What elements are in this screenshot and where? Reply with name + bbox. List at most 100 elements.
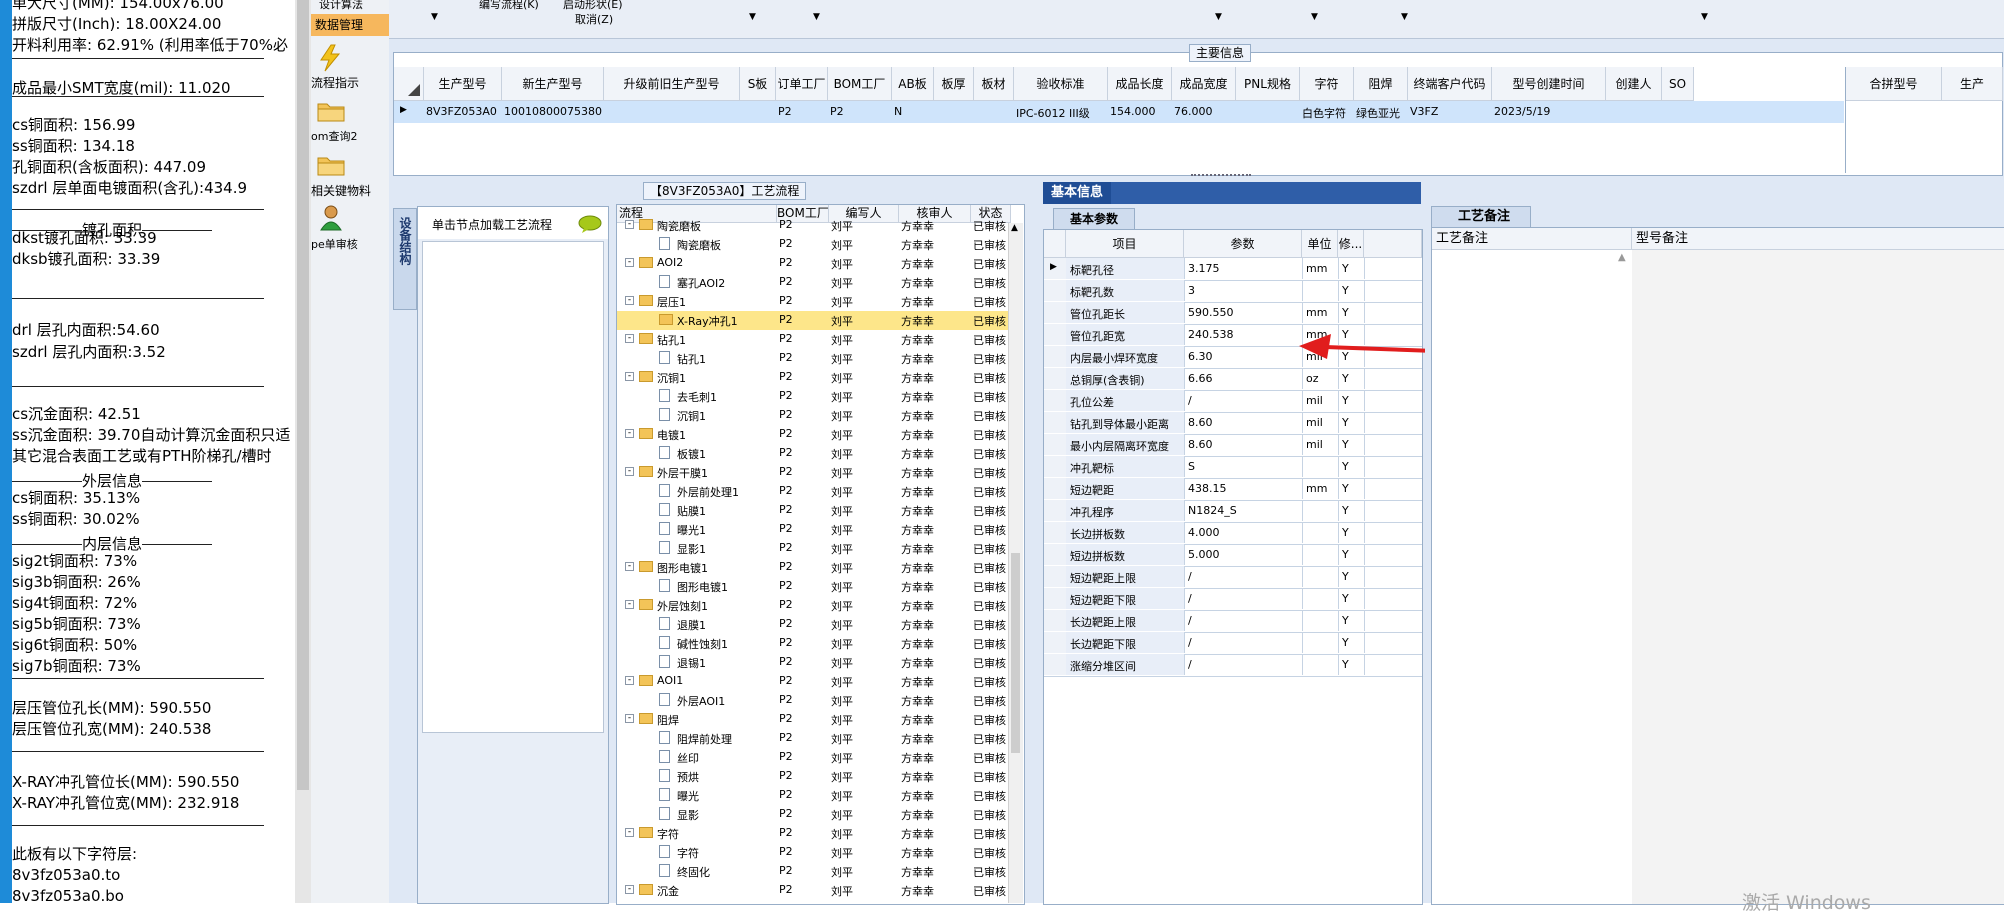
tree-row[interactable]: 外层前处理1 P2 刘平 方幸幸 已审核 (617, 482, 1017, 501)
col-header[interactable]: 生产 (1942, 67, 2003, 101)
tree-row[interactable]: 字符 P2 刘平 方幸幸 已审核 (617, 843, 1017, 862)
tree-row[interactable]: - 电镀1 P2 刘平 方幸幸 已审核 (617, 425, 1017, 444)
dropdown-arrow-icon[interactable]: ▼ (1311, 12, 1318, 22)
side-tab-equipment[interactable]: 设备结构 (393, 208, 417, 310)
cell[interactable]: 76.000 (1174, 105, 1236, 121)
cancel-button[interactable]: 取消(Z) (575, 11, 613, 27)
model-note-area[interactable] (1632, 250, 2004, 904)
col-header[interactable]: 合拼型号 (1846, 67, 1942, 101)
col-header[interactable]: 订单工厂 (776, 67, 828, 101)
param-row[interactable]: 涨缩分堆区间 / Y (1044, 654, 1422, 677)
tree-row[interactable]: 沉铜1 P2 刘平 方幸幸 已审核 (617, 406, 1017, 425)
tree-row[interactable]: 预烘 P2 刘平 方幸幸 已审核 (617, 767, 1017, 786)
cell[interactable] (1608, 105, 1662, 121)
memo-scroll-thumb[interactable] (297, 0, 309, 790)
splitter[interactable] (609, 208, 615, 902)
dropdown-arrow-icon[interactable]: ▼ (431, 12, 438, 22)
col-header[interactable]: 成品宽度 (1172, 67, 1236, 101)
param-value[interactable]: 6.66 (1188, 372, 1298, 385)
param-row[interactable]: 短边拼板数 5.000 Y (1044, 544, 1422, 567)
tree-scrollbar[interactable]: ▲ (1008, 223, 1023, 903)
param-row[interactable]: 冲孔靶标 S Y (1044, 456, 1422, 479)
expand-toggle-icon[interactable]: - (625, 828, 634, 837)
col-header[interactable]: 升级前旧生产型号 (604, 67, 740, 101)
tree-row[interactable]: 阻焊前处理 P2 刘平 方幸幸 已审核 (617, 729, 1017, 748)
tree-row[interactable]: - 外层干膜1 P2 刘平 方幸幸 已审核 (617, 463, 1017, 482)
expand-toggle-icon[interactable]: - (625, 600, 634, 609)
param-col-header[interactable]: 项目 (1066, 230, 1184, 258)
param-value[interactable]: / (1188, 394, 1298, 407)
tree-row[interactable]: 塞孔AOI2 P2 刘平 方幸幸 已审核 (617, 273, 1017, 292)
tree-row[interactable]: - 钻孔1 P2 刘平 方幸幸 已审核 (617, 330, 1017, 349)
param-col-header[interactable]: 修... (1338, 230, 1364, 258)
nav-item-key-material[interactable]: 相关键物料 (311, 182, 389, 199)
nav-item-type-review[interactable]: pe单审核 (311, 236, 389, 252)
expand-toggle-icon[interactable]: - (625, 714, 634, 723)
tree-row[interactable]: 图形电镀1 P2 刘平 方幸幸 已审核 (617, 577, 1017, 596)
tree-row[interactable]: 曝光1 P2 刘平 方幸幸 已审核 (617, 520, 1017, 539)
expand-toggle-icon[interactable]: - (625, 429, 634, 438)
scroll-up-icon[interactable]: ▲ (1011, 223, 1018, 233)
param-value[interactable]: 8.60 (1188, 438, 1298, 451)
col-header[interactable]: 新生产型号 (502, 67, 604, 101)
scroll-up-icon[interactable]: ▲ (1618, 252, 1626, 263)
tree-row[interactable]: 贴膜1 P2 刘平 方幸幸 已审核 (617, 501, 1017, 520)
nav-item-bom-query[interactable]: om查询2 (311, 128, 389, 144)
param-row[interactable]: 长边拼板数 4.000 Y (1044, 522, 1422, 545)
col-header[interactable]: SO (1662, 67, 1694, 101)
col-header[interactable]: 生产型号 (424, 67, 502, 101)
param-row[interactable]: 冲孔程序 N1824_S Y (1044, 500, 1422, 523)
col-header[interactable]: 板材 (974, 67, 1014, 101)
process-note-area[interactable] (1432, 250, 1633, 904)
nav-item-design-algorithm[interactable]: 设计算法 (311, 0, 389, 10)
tree-row[interactable]: 终固化 P2 刘平 方幸幸 已审核 (617, 862, 1017, 881)
cell[interactable]: 绿色亚光 (1356, 105, 1408, 121)
cell[interactable]: 10010800075380 (504, 105, 604, 121)
tab-basic-params[interactable]: 基本参数 (1053, 208, 1136, 229)
cell[interactable]: 白色字符 (1302, 105, 1354, 121)
nav-item-flow-guide[interactable]: 流程指示 (311, 74, 389, 91)
dropdown-arrow-icon[interactable]: ▼ (749, 12, 756, 22)
param-row[interactable]: 钻孔到导体最小距离 8.60 mil Y (1044, 412, 1422, 435)
tree-row[interactable]: 显影1 P2 刘平 方幸幸 已审核 (617, 539, 1017, 558)
expand-toggle-icon[interactable]: - (625, 467, 634, 476)
param-row[interactable]: 短边靶距下限 / Y (1044, 588, 1422, 611)
param-value[interactable]: 590.550 (1188, 306, 1298, 319)
tab-process-notes[interactable]: 工艺备注 (1431, 206, 1532, 227)
cell[interactable]: IPC-6012 III级 (1016, 105, 1108, 121)
cell[interactable] (976, 105, 1014, 121)
tree-scroll-thumb[interactable] (1011, 553, 1020, 753)
param-value[interactable]: / (1188, 614, 1298, 627)
tree-row[interactable]: 曝光 P2 刘平 方幸幸 已审核 (617, 786, 1017, 805)
cell[interactable]: 8V3FZ053A0 (426, 105, 502, 121)
tree-row[interactable]: 钻孔1 P2 刘平 方幸幸 已审核 (617, 349, 1017, 368)
param-value[interactable]: / (1188, 658, 1298, 671)
col-model-note[interactable]: 型号备注 (1632, 228, 2004, 250)
tree-row[interactable]: - 阻焊 P2 刘平 方幸幸 已审核 (617, 710, 1017, 729)
nav-item-data-mgmt[interactable]: 数据管理 (311, 14, 389, 36)
expand-toggle-icon[interactable]: - (625, 676, 634, 685)
col-header[interactable]: S板 (740, 67, 776, 101)
col-process-note[interactable]: 工艺备注 (1432, 228, 1632, 250)
expand-toggle-icon[interactable]: - (625, 220, 634, 229)
param-col-header[interactable]: 单位 (1302, 230, 1338, 258)
process-tree[interactable]: 流程 BOM工厂 编写人 核审人 状态 - 陶瓷磨板 P2 刘平 方幸幸 已审核 陶瓷磨板 P2 刘平方… (616, 204, 1025, 905)
col-header[interactable]: 字符 (1300, 67, 1354, 101)
param-row[interactable]: 短边靶距 438.15 mm Y (1044, 478, 1422, 501)
tree-row[interactable]: - 图形电镀1 P2 刘平 方幸幸 已审核 (617, 558, 1017, 577)
param-value[interactable]: S (1188, 460, 1298, 473)
expand-toggle-icon[interactable]: - (625, 562, 634, 571)
col-header[interactable]: 验收标准 (1014, 67, 1108, 101)
dropdown-arrow-icon[interactable]: ▼ (1701, 12, 1708, 22)
tree-row[interactable]: - 陶瓷磨板 P2 刘平 方幸幸 已审核 (617, 216, 1017, 235)
param-value[interactable]: / (1188, 592, 1298, 605)
col-header[interactable]: 终端客户代码 (1408, 67, 1492, 101)
tree-row[interactable]: 外层AOI1 P2 刘平 方幸幸 已审核 (617, 691, 1017, 710)
splitter-grip[interactable] (1191, 174, 1251, 180)
param-value[interactable]: 6.30 (1188, 350, 1298, 363)
param-value[interactable]: 3.175 (1188, 262, 1298, 275)
tree-row[interactable]: - 外层蚀刻1 P2 刘平 方幸幸 已审核 (617, 596, 1017, 615)
param-row[interactable]: 标靶孔数 3 Y (1044, 280, 1422, 303)
tree-row[interactable]: 丝印 P2 刘平 方幸幸 已审核 (617, 748, 1017, 767)
param-value[interactable]: N1824_S (1188, 504, 1298, 517)
